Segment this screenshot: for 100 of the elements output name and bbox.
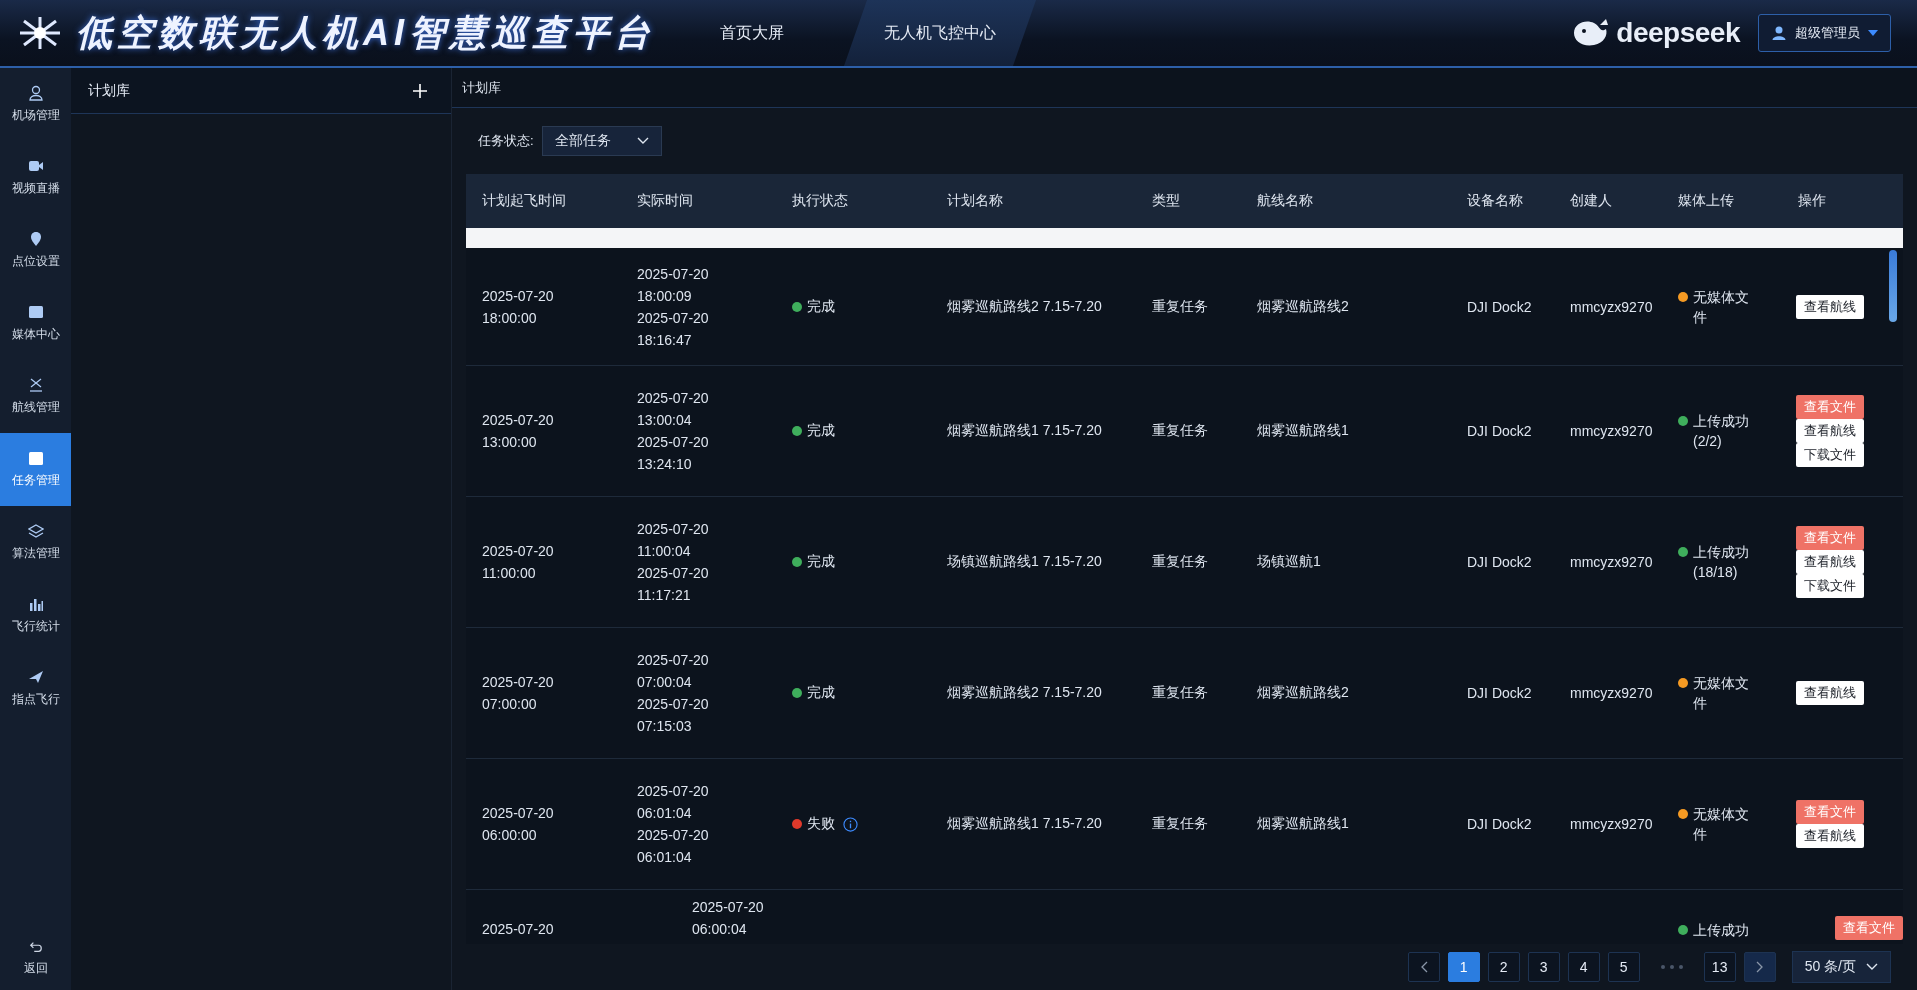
- status-text: 完成: [807, 684, 835, 702]
- table-cell-text: 2025-07-20 06:01:04: [637, 826, 710, 867]
- app-title: 低空数联无人机AI智慧巡查平台: [76, 10, 655, 55]
- table-cell-text: 2025-07-20 07:00:00: [482, 673, 555, 714]
- table-cell-text: 2025-07-20 18:00:00: [482, 286, 555, 328]
- table-cell: 重复任务: [1152, 553, 1208, 571]
- page-button[interactable]: 3: [1527, 952, 1560, 982]
- column-header: 操作: [1798, 192, 1826, 208]
- column-header: 执行状态: [792, 192, 848, 208]
- table-cell-text: 2025-07-20 11:17:21: [637, 564, 710, 605]
- action-button[interactable]: 查看航线: [1796, 294, 1864, 319]
- column-header: 媒体上传: [1678, 192, 1734, 208]
- info-icon[interactable]: [843, 816, 858, 832]
- media-status: 上传成功: [1693, 543, 1750, 562]
- status-text: 完成: [807, 422, 835, 440]
- page-button[interactable]: 5: [1607, 952, 1640, 982]
- table-cell: mmcyzx9270: [1570, 816, 1653, 832]
- media-status: 上传成功: [1693, 412, 1750, 431]
- chevron-left-icon: [1419, 961, 1428, 973]
- action-button[interactable]: 查看航线: [1796, 419, 1864, 443]
- sidebar-item[interactable]: 机场管理: [0, 68, 71, 141]
- page-size-select[interactable]: 50 条/页: [1791, 951, 1891, 983]
- next-page-button[interactable]: [1743, 952, 1776, 982]
- page-button[interactable]: 2: [1487, 952, 1520, 982]
- table-cell-text: 2025-07-20 13:24:10: [637, 433, 710, 474]
- table-cell: 烟雾巡航路线1 7.15-7.20: [947, 422, 1102, 440]
- page-button[interactable]: 13: [1703, 952, 1736, 982]
- action-button[interactable]: 查看航线: [1796, 550, 1864, 574]
- table-cell-text: 2025-07-20 06:00:00: [482, 804, 555, 845]
- status-text: 完成: [807, 297, 835, 316]
- table-cell: 烟雾巡航路线2 7.15-7.20: [947, 297, 1102, 316]
- table-cell: DJI Dock2: [1467, 298, 1532, 315]
- table-cell: mmcyzx9270: [1570, 554, 1653, 570]
- page-button[interactable]: 1: [1447, 952, 1480, 982]
- table-cell: 场镇巡航1: [1257, 553, 1321, 571]
- sidebar-item[interactable]: 点位设置: [0, 214, 71, 287]
- table-cell-text: 2025-07-20 11:00:04: [637, 520, 710, 561]
- chevron-down-icon: [636, 137, 649, 145]
- sidebar-item[interactable]: 视频直播: [0, 141, 71, 214]
- media-count: (2/2): [1693, 432, 1723, 451]
- table-cell-text: 2025-07-20 18:00:09: [637, 264, 710, 306]
- media-status: 上传成功: [1693, 921, 1750, 940]
- table-cell-text: 2025-07-20 13:00:04: [637, 389, 710, 430]
- column-header: 类型: [1152, 192, 1180, 208]
- brand-name: deepseek: [1616, 17, 1740, 49]
- sidebar-item[interactable]: 飞行统计: [0, 579, 71, 652]
- caret-icon: [1868, 30, 1878, 36]
- table-cell: 重复任务: [1152, 815, 1208, 833]
- action-button[interactable]: 下载文件: [1796, 443, 1864, 467]
- layers-icon: [27, 523, 44, 539]
- table-cell-text: 2025-07-20 06:00:04: [692, 898, 765, 939]
- chevron-down-icon: [1866, 963, 1878, 971]
- table-cell-text: 2025-07-20 06:01:04: [637, 782, 710, 823]
- table-cell-text: 2025-07-20 11:00:00: [482, 542, 555, 583]
- column-header: 计划起飞时间: [482, 192, 566, 208]
- status-select[interactable]: 全部任务: [541, 126, 662, 156]
- scrollbar-thumb[interactable]: [1889, 250, 1897, 322]
- sidebar-item[interactable]: 任务管理: [0, 433, 71, 506]
- table-cell: DJI Dock2: [1467, 816, 1532, 832]
- nav-tab[interactable]: 无人机飞控中心: [844, 0, 1036, 66]
- table-cell: 烟雾巡航路线1: [1257, 815, 1349, 833]
- breadcrumb[interactable]: 计划库: [462, 78, 501, 97]
- column-header: 创建人: [1570, 192, 1612, 208]
- media-status: 无媒体文件: [1693, 674, 1750, 713]
- user-icon: [1771, 25, 1787, 41]
- table-cell: 烟雾巡航路线2: [1257, 297, 1349, 316]
- back-button[interactable]: 返回: [0, 926, 71, 990]
- column-header: 航线名称: [1257, 192, 1313, 208]
- status-text: 失败: [807, 815, 835, 833]
- add-icon[interactable]: [413, 83, 427, 98]
- table-cell: 重复任务: [1152, 684, 1208, 702]
- table-cell: DJI Dock2: [1467, 423, 1532, 439]
- table-cell-text: 2025-07-20: [482, 920, 555, 939]
- column-header: 设备名称: [1467, 192, 1523, 208]
- table-cell: mmcyzx9270: [1570, 298, 1653, 315]
- sidebar-item[interactable]: 航线管理: [0, 360, 71, 433]
- table-cell-text: 2025-07-20 18:16:47: [637, 308, 710, 350]
- table-cell-text: 2025-07-20 07:00:04: [637, 651, 710, 692]
- table-cell: 烟雾巡航路线2 7.15-7.20: [947, 684, 1102, 702]
- sidebar-item[interactable]: 算法管理: [0, 506, 71, 579]
- bar-chart-icon: [27, 596, 44, 612]
- table-cell: 场镇巡航路线1 7.15-7.20: [947, 553, 1102, 571]
- sidebar-item[interactable]: 指点飞行: [0, 652, 71, 725]
- nav-tab[interactable]: 首页大屏: [688, 0, 816, 66]
- action-button[interactable]: 下载文件: [1796, 574, 1864, 598]
- sidebar-item[interactable]: 媒体中心: [0, 287, 71, 360]
- page-button[interactable]: 4: [1567, 952, 1600, 982]
- table-cell: mmcyzx9270: [1570, 423, 1653, 439]
- action-button[interactable]: 查看航线: [1796, 681, 1864, 705]
- action-button[interactable]: 查看航线: [1796, 824, 1864, 848]
- column-header: 计划名称: [947, 192, 1003, 208]
- panel-title: 计划库: [88, 81, 130, 100]
- table-cell: 烟雾巡航路线2: [1257, 684, 1349, 702]
- column-header: 实际时间: [637, 192, 693, 208]
- previous-page-button[interactable]: [1407, 952, 1440, 982]
- video-camera-icon: [27, 158, 44, 174]
- media-count: (18/18): [1693, 563, 1739, 582]
- table-cell: 烟雾巡航路线1 7.15-7.20: [947, 815, 1102, 833]
- user-menu[interactable]: 超级管理员: [1758, 14, 1891, 52]
- table-cell: mmcyzx9270: [1570, 685, 1653, 701]
